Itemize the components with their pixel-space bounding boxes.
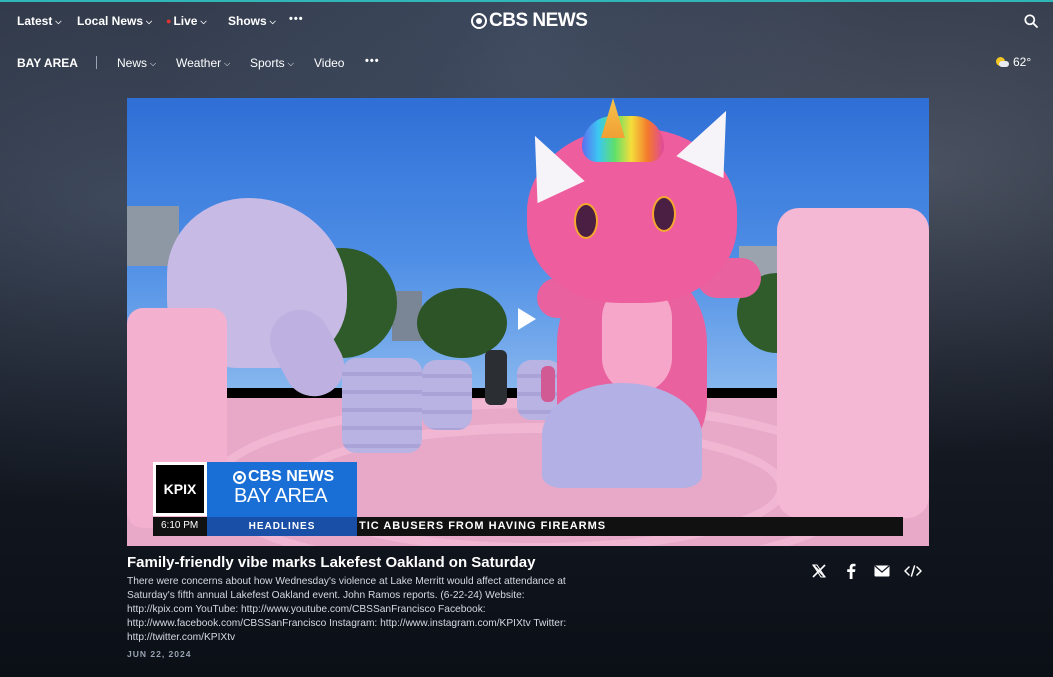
video-frame-unicorn-mane (582, 116, 664, 162)
video-frame-tree (417, 288, 507, 358)
subnav-news-label: News (117, 56, 148, 70)
chevron-down-icon: ⌵ (200, 17, 207, 26)
share-email-button[interactable] (873, 563, 891, 579)
nav-live[interactable]: ● Live ⌵ (166, 14, 207, 28)
cbs-news-logo[interactable]: CBS NEWS (471, 10, 588, 32)
x-icon (812, 564, 826, 578)
video-frame-child (485, 350, 507, 405)
lower-third-cbs-news: CBS NEWS (233, 468, 334, 486)
video-description: There were concerns about how Wednesday'… (127, 576, 567, 643)
video-frame-inflatable-dome (542, 383, 702, 488)
chevron-down-icon: ⌵ (269, 17, 276, 26)
lower-third-bay-area: BAY AREA (234, 485, 328, 507)
subnav-weather[interactable]: Weather ⌵ (176, 56, 230, 70)
play-icon[interactable] (518, 308, 536, 330)
video-frame-inflatable-wall (777, 208, 929, 518)
lower-third-segment: HEADLINES (207, 517, 357, 536)
video-frame-unicorn-eye (574, 203, 598, 239)
nav-latest-label: Latest (17, 14, 53, 28)
search-button[interactable] (1024, 14, 1038, 28)
subnav-weather-label: Weather (176, 56, 222, 70)
video-date: JUN 22, 2024 (127, 649, 192, 659)
partly-sunny-icon (996, 57, 1009, 67)
embed-icon (904, 565, 922, 577)
email-icon (874, 565, 890, 577)
search-icon (1024, 14, 1038, 28)
sub-nav: BAY AREA News ⌵ Weather ⌵ Sports ⌵ Video ••… (0, 42, 1053, 82)
video-frame-child (541, 366, 555, 402)
nav-live-label: Live (173, 14, 198, 28)
subnav-sports-label: Sports (250, 56, 285, 70)
nav-latest[interactable]: Latest ⌵ (17, 14, 61, 28)
kpix-logo: KPIX (153, 462, 207, 516)
weather-temp: 62° (1013, 55, 1032, 69)
nav-shows[interactable]: Shows ⌵ (228, 14, 276, 28)
video-frame-inflatable-pillar (422, 360, 472, 430)
video-player[interactable]: KPIX CBS NEWS BAY AREA 6:10 PM HEADLINES… (127, 98, 929, 546)
chevron-down-icon: ⌵ (224, 59, 231, 68)
chevron-down-icon: ⌵ (55, 17, 62, 26)
top-nav: Latest ⌵ Local News ⌵ ● Live ⌵ Shows ⌵ ••• CB… (0, 0, 1053, 42)
lower-third-brand-line1: CBS NEWS (248, 468, 335, 485)
cbs-eye-icon (233, 470, 246, 484)
nav-local-news-label: Local News (77, 14, 144, 28)
lower-third-time: 6:10 PM (161, 520, 199, 531)
nav-more-button[interactable]: ••• (289, 13, 304, 25)
chevron-down-icon: ⌵ (150, 59, 157, 68)
share-embed-button[interactable] (904, 563, 922, 579)
subnav-sports[interactable]: Sports ⌵ (250, 56, 294, 70)
divider (96, 56, 97, 69)
nav-shows-label: Shows (228, 14, 267, 28)
weather-widget[interactable]: 62° (996, 55, 1031, 69)
lower-third-ticker-text: TIC ABUSERS FROM HAVING FIREARMS (359, 520, 607, 532)
subnav-more-button[interactable]: ••• (365, 55, 380, 67)
video-frame-inflatable-pillar (342, 358, 422, 453)
subnav-news[interactable]: News ⌵ (117, 56, 156, 70)
live-dot-icon: ● (166, 16, 172, 26)
chevron-down-icon: ⌵ (146, 17, 153, 26)
share-x-button[interactable] (810, 563, 828, 579)
logo-text: CBS NEWS (489, 10, 588, 31)
chevron-down-icon: ⌵ (287, 59, 294, 68)
nav-local-news[interactable]: Local News ⌵ (77, 14, 152, 28)
video-frame-unicorn-eye (652, 196, 676, 232)
cbs-eye-icon (471, 13, 487, 29)
section-title[interactable]: BAY AREA (17, 56, 78, 70)
share-facebook-button[interactable] (842, 563, 860, 579)
facebook-icon (847, 563, 856, 579)
subnav-video[interactable]: Video (314, 56, 344, 70)
video-headline: Family-friendly vibe marks Lakefest Oakl… (127, 554, 536, 571)
